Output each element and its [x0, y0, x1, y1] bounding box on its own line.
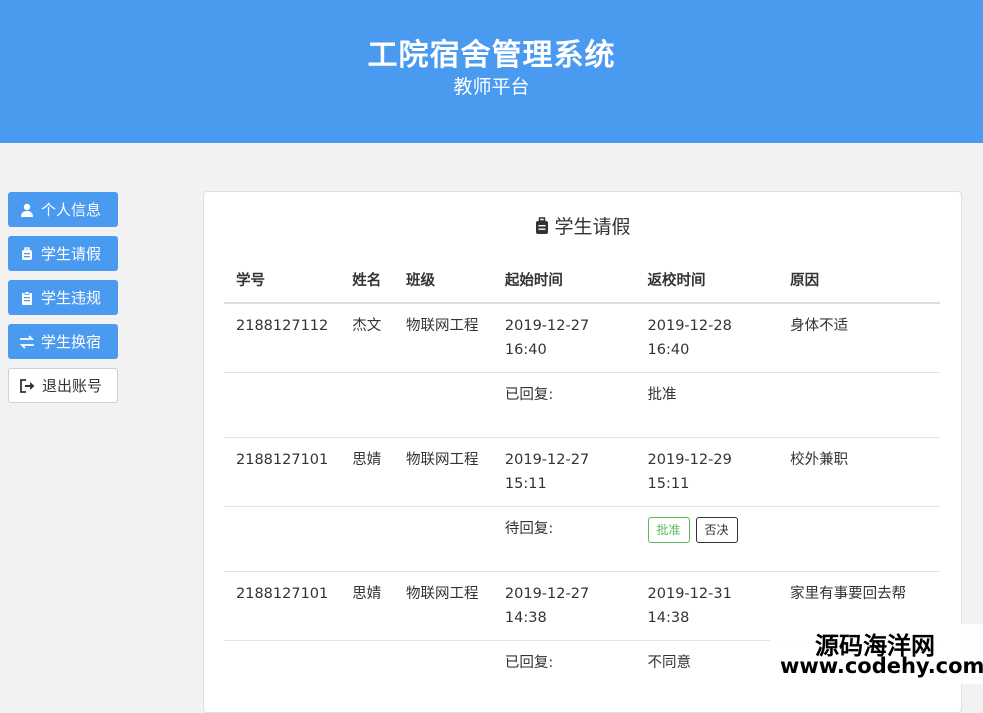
cell-class: 物联网工程: [393, 437, 493, 507]
cell-start: 2019-12-27 14:38: [492, 571, 636, 641]
panel-title: 学生请假: [204, 212, 961, 239]
deny-button[interactable]: 否决: [695, 517, 738, 543]
column-header-return: 返校时间: [635, 260, 779, 304]
table-row: 2188127101 思婧 物联网工程 2019-12-27 15:11 201…: [224, 437, 940, 507]
user-icon: [18, 201, 36, 219]
table-row-status: 待回复: 批准 否决: [224, 506, 940, 572]
cell-return: 2019-12-29 15:11: [635, 437, 779, 507]
cell-return: 2019-12-28 16:40: [635, 302, 779, 373]
sidebar: 个人信息 学生请假 学生违规 学生换宿 退出账号: [8, 192, 118, 412]
table-row-status: 已回复: 批准: [224, 372, 940, 438]
cell-class: 物联网工程: [393, 571, 493, 641]
sidebar-item-dorm-change[interactable]: 学生换宿: [8, 324, 118, 359]
cell-status-value: 批准: [635, 372, 779, 438]
cell-reason: 身体不适: [778, 302, 940, 373]
cell-actions: 批准 否决: [635, 506, 779, 572]
suitcase-icon: [18, 245, 36, 263]
page-header: 工院宿舍管理系统 教师平台: [0, 0, 983, 143]
sidebar-item-label: 学生换宿: [41, 333, 102, 351]
cell-status-label: 待回复:: [492, 506, 636, 572]
clipboard-icon: [18, 289, 36, 307]
sidebar-item-label: 个人信息: [41, 201, 102, 219]
cell-id: 2188127101: [224, 571, 341, 641]
cell-status-value: 不同意: [635, 640, 779, 705]
column-header-reason: 原因: [778, 260, 940, 304]
cell-name: 杰文: [340, 302, 394, 373]
sidebar-item-label: 学生违规: [41, 289, 102, 307]
table-header-row: 学号 姓名 班级 起始时间 返校时间 原因: [224, 260, 940, 304]
cell-return: 2019-12-31 14:38: [635, 571, 779, 641]
panel-title-text: 学生请假: [554, 216, 631, 238]
watermark: 源码海洋网 www.codehy.com: [770, 624, 983, 684]
cell-id: 2188127101: [224, 437, 341, 507]
cell-status-label: 已回复:: [492, 640, 636, 705]
cell-name: 思婧: [340, 437, 394, 507]
table-row: 2188127112 杰文 物联网工程 2019-12-27 16:40 201…: [224, 302, 940, 373]
sidebar-item-student-violation[interactable]: 学生违规: [8, 280, 118, 315]
cell-start: 2019-12-27 15:11: [492, 437, 636, 507]
approve-button[interactable]: 批准: [647, 517, 690, 543]
suitcase-icon: [534, 216, 550, 235]
column-header-start: 起始时间: [492, 260, 636, 304]
exchange-icon: [18, 333, 36, 351]
app-title: 工院宿舍管理系统: [367, 38, 616, 73]
cell-start: 2019-12-27 16:40: [492, 302, 636, 373]
logout-button[interactable]: 退出账号: [8, 368, 118, 403]
column-header-id: 学号: [224, 260, 341, 304]
cell-status-label: 已回复:: [492, 372, 636, 438]
cell-reason: 校外兼职: [778, 437, 940, 507]
column-header-class: 班级: [393, 260, 493, 304]
sidebar-item-label: 学生请假: [41, 245, 102, 263]
cell-id: 2188127112: [224, 302, 341, 373]
sign-out-icon: [19, 377, 37, 395]
column-header-name: 姓名: [340, 260, 394, 304]
app-subtitle: 教师平台: [453, 76, 530, 98]
sidebar-item-label: 退出账号: [42, 377, 103, 395]
sidebar-item-student-leave[interactable]: 学生请假: [8, 236, 118, 271]
sidebar-item-personal-info[interactable]: 个人信息: [8, 192, 118, 227]
watermark-text-url: www.codehy.com: [780, 654, 983, 678]
cell-name: 思婧: [340, 571, 394, 641]
cell-class: 物联网工程: [393, 302, 493, 373]
